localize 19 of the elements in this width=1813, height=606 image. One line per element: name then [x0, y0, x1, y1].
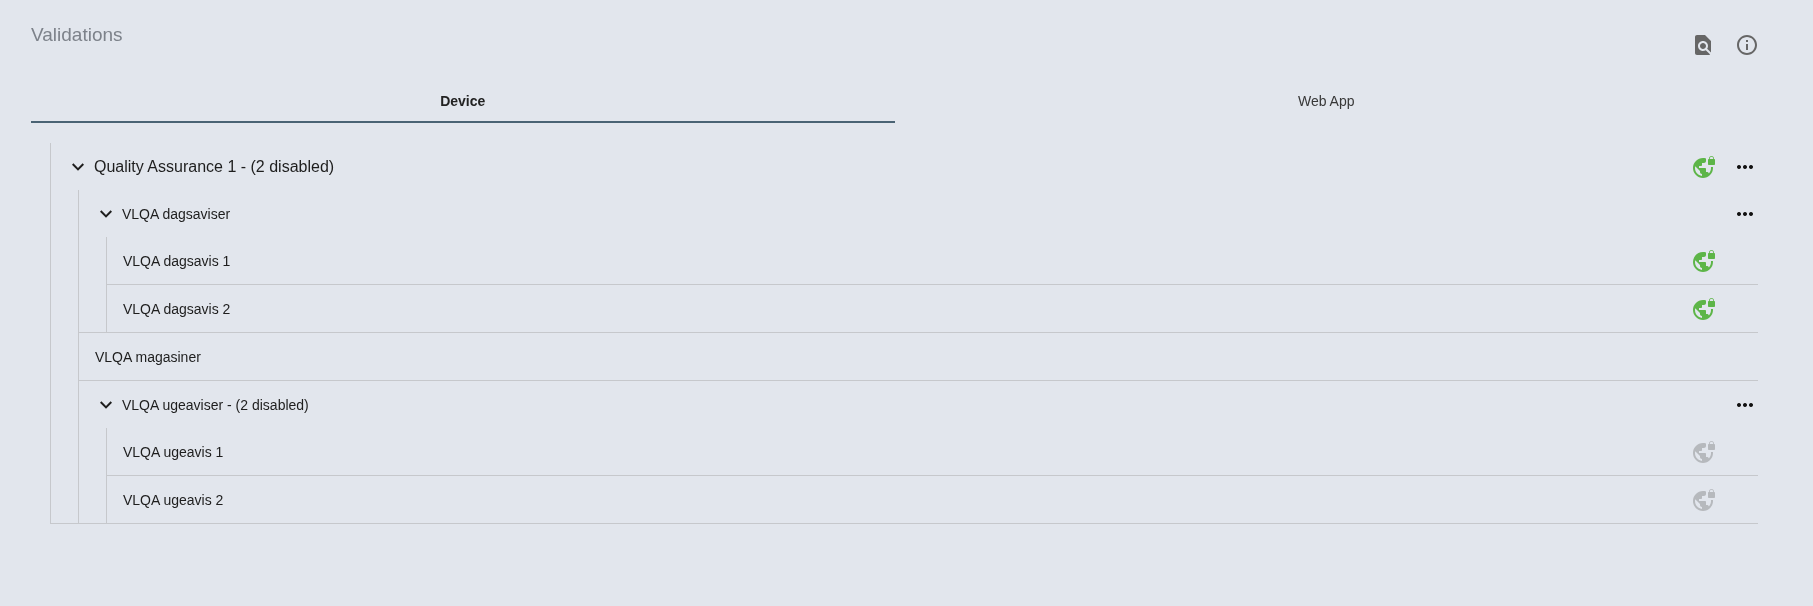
more-icon[interactable]: [1737, 211, 1753, 216]
tree-node-label: Quality Assurance 1 - (2 disabled): [94, 157, 336, 176]
tree-node-label: VLQA ugeaviser - (2 disabled): [122, 396, 310, 413]
document-search-icon[interactable]: [1695, 35, 1711, 55]
tab[interactable]: Web App: [894, 81, 1758, 123]
tree-node-label: VLQA dagsavis 2: [123, 300, 232, 317]
chevron-down-icon[interactable]: [100, 209, 112, 218]
tree-node-label: VLQA magasiner: [95, 348, 202, 365]
chevron-down-icon[interactable]: [100, 400, 112, 409]
chevron-down-icon[interactable]: [72, 162, 84, 171]
tab[interactable]: Device: [31, 81, 895, 123]
more-icon[interactable]: [1737, 402, 1753, 407]
info-icon[interactable]: [1737, 35, 1757, 55]
page-title: Validations: [31, 23, 123, 47]
tree-node-label: VLQA ugeavis 2: [123, 491, 225, 508]
more-icon[interactable]: [1737, 164, 1753, 169]
tree-node-label: VLQA dagsavis 1: [123, 252, 232, 269]
tree-node-label: VLQA dagsaviser: [122, 205, 232, 222]
tree-node-label: VLQA ugeavis 1: [123, 443, 225, 460]
